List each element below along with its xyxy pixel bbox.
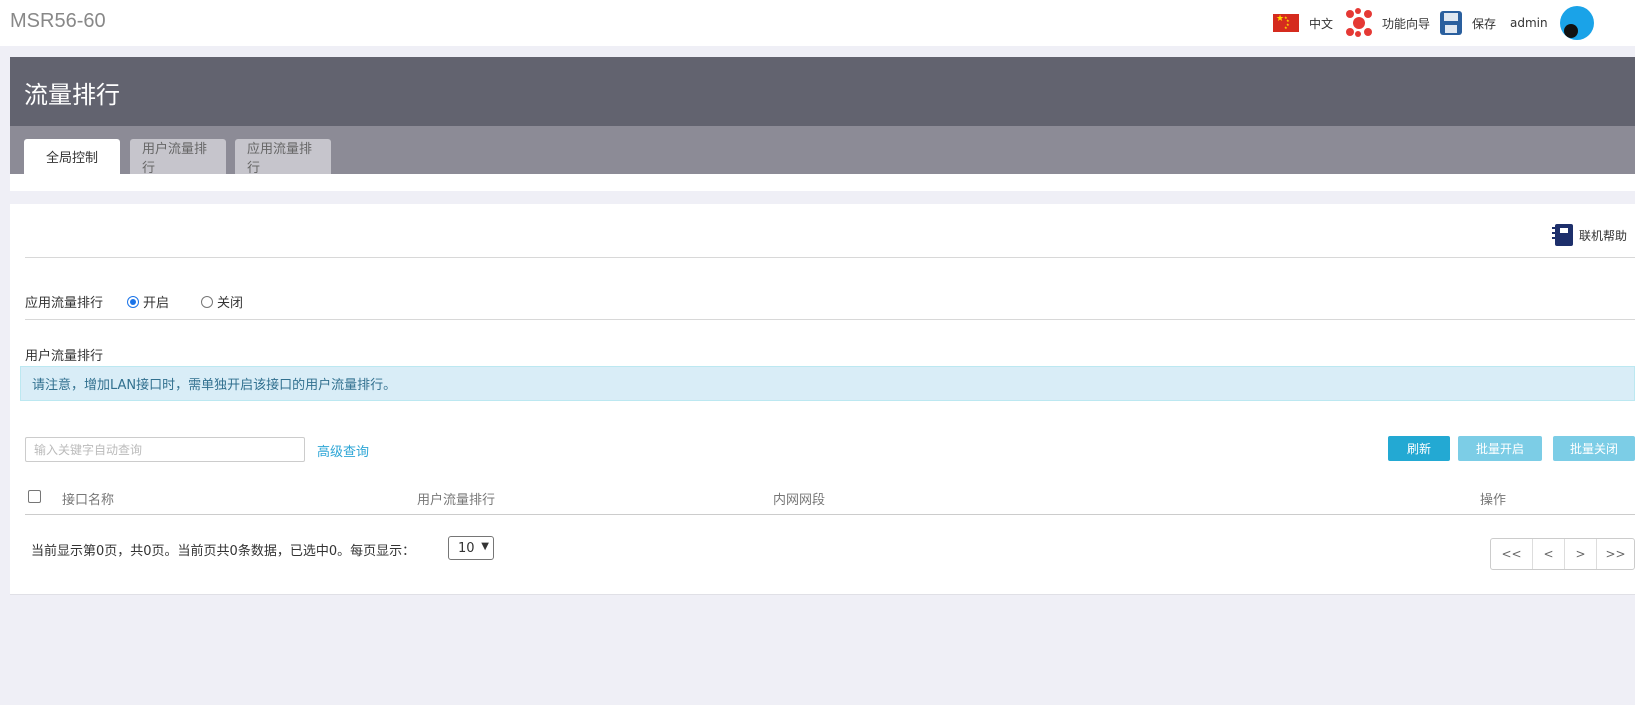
wizard-icon (1346, 8, 1372, 37)
page-title: 流量排行 (24, 81, 120, 109)
brand-title: MSR56-60 (10, 10, 106, 32)
radio-enable-label: 开启 (143, 296, 170, 311)
tab-content-strip (10, 174, 1635, 191)
page-header: 流量排行 (10, 57, 1635, 126)
pagination-info: 当前显示第0页，共0页。当前页共0条数据，已选中0。每页显示： (31, 544, 416, 559)
pagination-controls: << < > >> (1490, 538, 1635, 570)
online-help-label: 联机帮助 (1578, 228, 1627, 243)
batch-disable-button[interactable]: 批量关闭 (1553, 436, 1635, 461)
user-menu[interactable]: admin (1510, 0, 1548, 46)
language-switch[interactable]: ★ ★ ★ ★ ★ 中文 (1273, 0, 1333, 46)
avatar-icon[interactable] (1560, 6, 1594, 40)
wizard-label: 功能向导 (1382, 16, 1431, 31)
tab-user-traffic-rank[interactable]: 用户流量排行 (130, 139, 226, 176)
column-actions: 操作 (1480, 493, 1507, 508)
top-bar: MSR56-60 ★ ★ ★ ★ ★ 中文 功能向导 保存 admin (0, 0, 1635, 46)
prev-page-button[interactable]: < (1532, 539, 1564, 569)
help-book-icon (1551, 224, 1573, 246)
app-rank-row: 应用流量排行 开启 关闭 (25, 292, 243, 311)
radio-enable[interactable]: 开启 (127, 292, 169, 311)
advanced-query-link[interactable]: 高级查询 (317, 441, 369, 460)
radio-disable[interactable]: 关闭 (201, 292, 243, 311)
app-rank-label: 应用流量排行 (25, 296, 104, 311)
divider (25, 257, 1635, 258)
china-flag-icon: ★ ★ ★ ★ ★ (1273, 14, 1299, 32)
user-rank-section-label: 用户流量排行 (25, 349, 104, 364)
select-all-checkbox[interactable] (28, 490, 41, 503)
save-button[interactable]: 保存 (1440, 0, 1496, 46)
username: admin (1510, 16, 1548, 30)
radio-disable-circle[interactable] (201, 295, 214, 308)
save-icon (1440, 11, 1462, 35)
next-page-button[interactable]: > (1564, 539, 1596, 569)
refresh-button[interactable]: 刷新 (1388, 436, 1450, 461)
tab-bar: 全局控制 用户流量排行 应用流量排行 (10, 126, 1635, 176)
notice-banner: 请注意，增加LAN接口时，需单独开启该接口的用户流量排行。 (20, 366, 1635, 401)
batch-enable-button[interactable]: 批量开启 (1458, 436, 1542, 461)
last-page-button[interactable]: >> (1596, 539, 1634, 569)
column-user-traffic-rank[interactable]: 用户流量排行 (417, 489, 495, 508)
table-header: 接口名称 用户流量排行 内网网段 操作 (25, 479, 1635, 515)
divider (25, 319, 1635, 320)
save-label: 保存 (1472, 16, 1497, 31)
radio-enable-circle[interactable] (127, 295, 140, 308)
wizard-button[interactable]: 功能向导 (1346, 0, 1430, 46)
page-size-select[interactable]: 10 ▼ (448, 536, 494, 560)
page-size-value: 10 (458, 540, 475, 556)
tab-global-control[interactable]: 全局控制 (24, 139, 120, 174)
column-intranet-segment[interactable]: 内网网段 (773, 489, 825, 508)
search-input[interactable] (25, 437, 305, 462)
tab-app-traffic-rank[interactable]: 应用流量排行 (235, 139, 331, 176)
radio-disable-label: 关闭 (217, 296, 244, 311)
language-label: 中文 (1309, 16, 1334, 31)
first-page-button[interactable]: << (1491, 539, 1532, 569)
chevron-down-icon: ▼ (481, 541, 489, 552)
main-panel: 联机帮助 应用流量排行 开启 关闭 用户流量排行 请注意，增加LAN接口时，需单… (10, 204, 1635, 595)
column-interface-name[interactable]: 接口名称 (62, 489, 114, 508)
online-help-link[interactable]: 联机帮助 (1551, 224, 1627, 246)
